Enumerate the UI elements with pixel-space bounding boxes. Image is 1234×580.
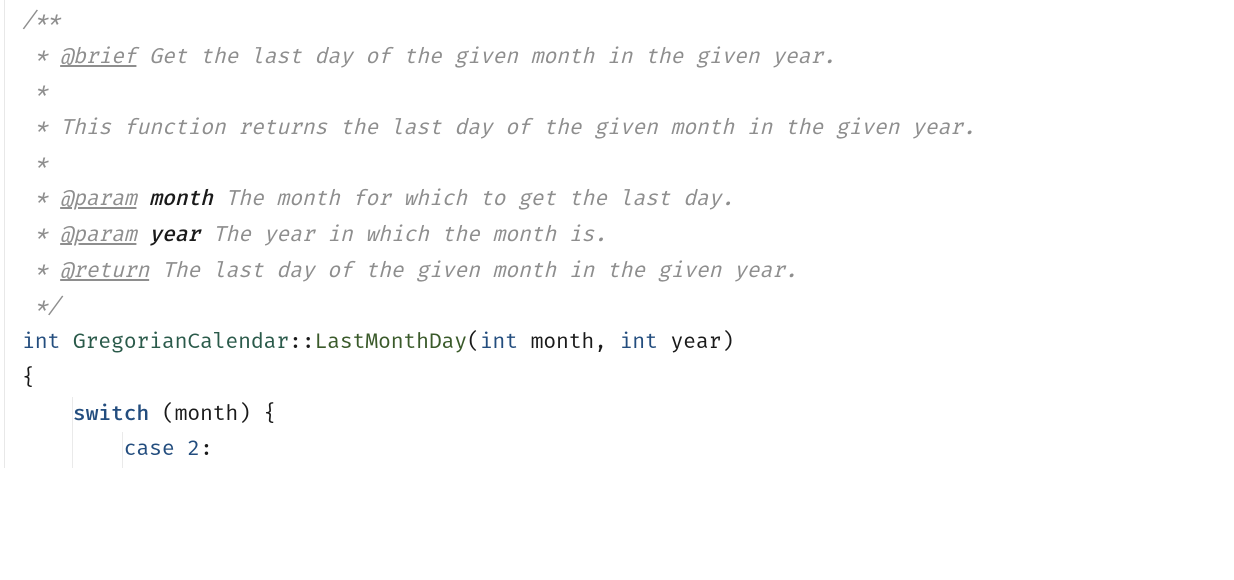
comment-text: * xyxy=(22,80,47,105)
code-line: */ xyxy=(0,290,1234,326)
code-line: * This function returns the last day of … xyxy=(0,111,1234,147)
comment-star: * xyxy=(22,45,60,70)
code-line: /** xyxy=(0,4,1234,40)
type-keyword: int xyxy=(480,330,518,355)
space xyxy=(175,437,188,462)
function-name: LastMonthDay xyxy=(314,330,467,355)
code-line: * xyxy=(0,75,1234,111)
code-line: case 2: xyxy=(0,432,1234,468)
param-var: month xyxy=(531,330,595,355)
param-name: month xyxy=(149,187,213,212)
case-keyword: case xyxy=(124,437,175,462)
type-keyword: int xyxy=(620,330,658,355)
comment-text: The last day of the given month in the g… xyxy=(149,259,797,284)
comma: , xyxy=(594,330,619,355)
indent-guide xyxy=(122,432,123,468)
doc-tag-param: @param xyxy=(60,187,136,212)
indent xyxy=(22,402,73,427)
code-line: * @return The last day of the given mont… xyxy=(0,254,1234,290)
space xyxy=(136,223,149,248)
comment-text: /** xyxy=(22,9,60,34)
brace-open: { xyxy=(22,366,35,391)
switch-rest: (month) { xyxy=(149,402,276,427)
space xyxy=(136,187,149,212)
indent-guide xyxy=(72,397,73,433)
code-editor[interactable]: /** * @brief Get the last day of the giv… xyxy=(0,0,1234,468)
code-line: * @param month The month for which to ge… xyxy=(0,182,1234,218)
param-name: year xyxy=(149,223,200,248)
code-line: int GregorianCalendar::LastMonthDay(int … xyxy=(0,325,1234,361)
comment-star: * xyxy=(22,223,60,248)
comment-star: * xyxy=(22,259,60,284)
space xyxy=(518,330,531,355)
code-line: { xyxy=(0,361,1234,397)
comment-text: Get the last day of the given month in t… xyxy=(136,45,835,70)
switch-keyword: switch xyxy=(73,402,149,427)
comment-star: * xyxy=(22,187,60,212)
doc-tag-brief: @brief xyxy=(60,45,136,70)
comment-text: * This function returns the last day of … xyxy=(22,116,975,141)
code-line: * @brief Get the last day of the given m… xyxy=(0,40,1234,76)
code-line: * @param year The year in which the mont… xyxy=(0,218,1234,254)
paren-close: ) xyxy=(721,330,734,355)
doc-tag-param: @param xyxy=(60,223,136,248)
paren-open: ( xyxy=(467,330,480,355)
indent-guide xyxy=(72,432,73,468)
code-line: * xyxy=(0,147,1234,183)
space xyxy=(60,330,73,355)
comment-text: The month for which to get the last day. xyxy=(213,187,734,212)
space xyxy=(658,330,671,355)
doc-tag-return: @return xyxy=(60,259,149,284)
type-keyword: int xyxy=(22,330,60,355)
scope-operator: :: xyxy=(289,330,314,355)
colon: : xyxy=(200,437,213,462)
comment-text: */ xyxy=(22,295,60,320)
number-literal: 2 xyxy=(187,437,200,462)
code-line: switch (month) { xyxy=(0,397,1234,433)
class-name: GregorianCalendar xyxy=(73,330,289,355)
comment-text: The year in which the month is. xyxy=(200,223,607,248)
comment-text: * xyxy=(22,152,47,177)
param-var: year xyxy=(670,330,721,355)
